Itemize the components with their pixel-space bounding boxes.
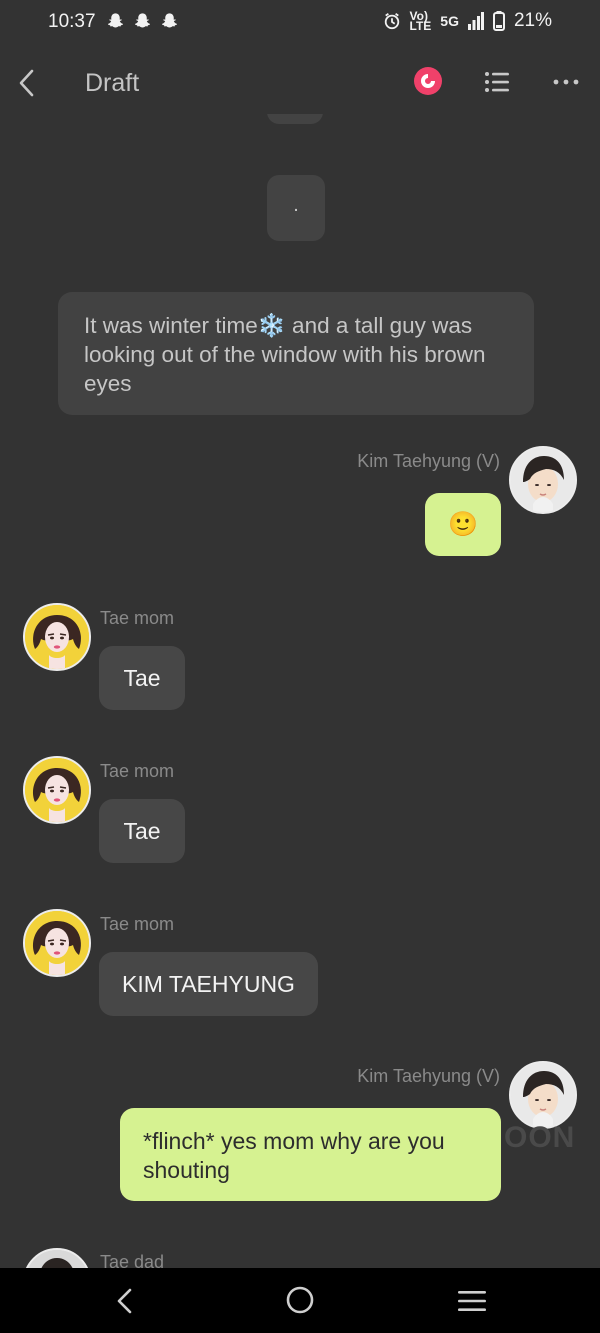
tae-mom-avatar-image	[25, 758, 89, 822]
system-nav-bar	[0, 1268, 600, 1333]
volte-indicator: Vo) LTE	[409, 10, 432, 33]
alarm-icon	[384, 13, 399, 30]
narration-dot-bubble: .	[267, 175, 325, 241]
nav-recents-button[interactable]	[456, 1287, 488, 1315]
list-icon[interactable]	[483, 68, 511, 96]
chat-area[interactable]: . It was winter time❄️ and a tall guy wa…	[0, 114, 600, 1268]
narration-bubble: It was winter time❄️ and a tall guy was …	[58, 292, 534, 415]
more-options-icon[interactable]	[550, 68, 582, 96]
message-bubble-outgoing[interactable]: 🙂	[425, 493, 501, 556]
taehyung-avatar-image	[511, 448, 575, 512]
sender-name: Kim Taehyung (V)	[357, 1066, 500, 1086]
page-title: Draft	[85, 69, 140, 97]
back-button[interactable]	[12, 66, 42, 100]
nav-home-button[interactable]	[284, 1284, 316, 1316]
avatar[interactable]	[23, 909, 91, 977]
avatar[interactable]	[509, 1061, 577, 1129]
status-bar: 10:37 Vo) LTE 5G 21%	[0, 0, 600, 46]
sender-name: Kim Taehyung (V)	[357, 451, 500, 471]
tae-mom-avatar-image	[25, 605, 89, 669]
watermark: OON	[504, 1121, 576, 1154]
battery-percent: 21%	[513, 10, 552, 31]
status-icons: Vo) LTE 5G 21%	[383, 10, 552, 33]
partial-message-bubble	[267, 114, 323, 124]
avatar[interactable]	[23, 1248, 91, 1268]
message-bubble-incoming[interactable]: Tae	[99, 646, 185, 710]
status-time: 10:37	[48, 11, 96, 32]
taehyung-avatar-image	[511, 1063, 575, 1127]
network-generation: 5G	[440, 13, 459, 29]
avatar[interactable]	[509, 446, 577, 514]
nav-back-button[interactable]	[110, 1286, 140, 1316]
avatar[interactable]	[23, 756, 91, 824]
sender-name: Tae mom	[100, 761, 175, 781]
record-button[interactable]	[413, 66, 443, 96]
snapchat-icon	[162, 13, 177, 28]
sender-name: Tae mom	[100, 914, 175, 934]
snapchat-icon	[135, 13, 150, 28]
sender-name: Tae dad	[100, 1252, 165, 1268]
message-bubble-incoming[interactable]: Tae	[99, 799, 185, 863]
app-bar: Draft	[0, 52, 600, 114]
tae-dad-avatar-image	[25, 1250, 89, 1268]
tae-mom-avatar-image	[25, 911, 89, 975]
volte-bottom: LTE	[409, 19, 432, 33]
avatar[interactable]	[23, 603, 91, 671]
message-bubble-incoming[interactable]: KIM TAEHYUNG	[99, 952, 318, 1016]
sender-name: Tae mom	[100, 608, 175, 628]
snapchat-icon	[108, 13, 123, 28]
battery-icon	[492, 11, 505, 31]
signal-icon	[467, 12, 484, 30]
message-bubble-outgoing[interactable]: *flinch* yes mom why are you shouting	[120, 1108, 501, 1201]
